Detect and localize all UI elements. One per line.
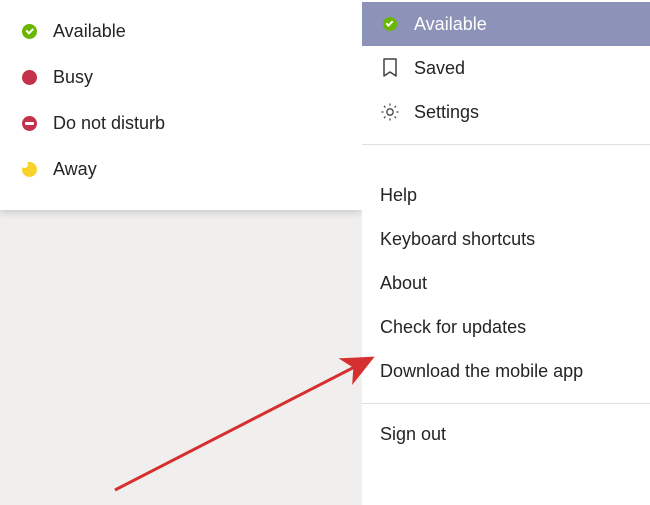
status-option-away[interactable]: Away	[0, 146, 362, 192]
menu-item-help[interactable]: Help	[362, 173, 650, 217]
menu-item-check-updates[interactable]: Check for updates	[362, 305, 650, 349]
menu-group-top: Available Saved Settings	[362, 0, 650, 145]
menu-item-label: About	[380, 273, 427, 294]
away-icon	[22, 162, 37, 177]
available-icon	[22, 24, 37, 39]
menu-item-download-mobile[interactable]: Download the mobile app	[362, 349, 650, 393]
dnd-icon	[22, 116, 37, 131]
busy-icon	[22, 70, 37, 85]
menu-item-sign-out[interactable]: Sign out	[362, 412, 650, 456]
menu-item-label: Settings	[414, 102, 479, 123]
menu-group-middle: Help Keyboard shortcuts About Check for …	[362, 145, 650, 404]
status-option-busy[interactable]: Busy	[0, 54, 362, 100]
status-option-label: Away	[53, 159, 97, 180]
menu-group-bottom: Sign out	[362, 404, 650, 456]
menu-item-label: Help	[380, 185, 417, 206]
menu-item-settings[interactable]: Settings	[362, 90, 650, 134]
status-option-dnd[interactable]: Do not disturb	[0, 100, 362, 146]
status-option-available[interactable]: Available	[0, 8, 362, 54]
menu-item-label: Check for updates	[380, 317, 526, 338]
menu-item-label: Keyboard shortcuts	[380, 229, 535, 250]
status-submenu: Available Busy Do not disturb Away	[0, 0, 362, 210]
menu-item-label: Available	[414, 14, 487, 35]
menu-item-status[interactable]: Available	[362, 2, 650, 46]
bookmark-icon	[380, 58, 400, 78]
gear-icon	[380, 102, 400, 122]
menu-item-label: Saved	[414, 58, 465, 79]
menu-item-about[interactable]: About	[362, 261, 650, 305]
status-option-label: Available	[53, 21, 126, 42]
status-option-label: Busy	[53, 67, 93, 88]
available-icon	[380, 14, 400, 34]
menu-item-label: Sign out	[380, 424, 446, 445]
status-option-label: Do not disturb	[53, 113, 165, 134]
menu-item-saved[interactable]: Saved	[362, 46, 650, 90]
menu-item-keyboard-shortcuts[interactable]: Keyboard shortcuts	[362, 217, 650, 261]
menu-item-label: Download the mobile app	[380, 361, 583, 382]
profile-menu: Available Saved Settings Help	[362, 0, 650, 505]
